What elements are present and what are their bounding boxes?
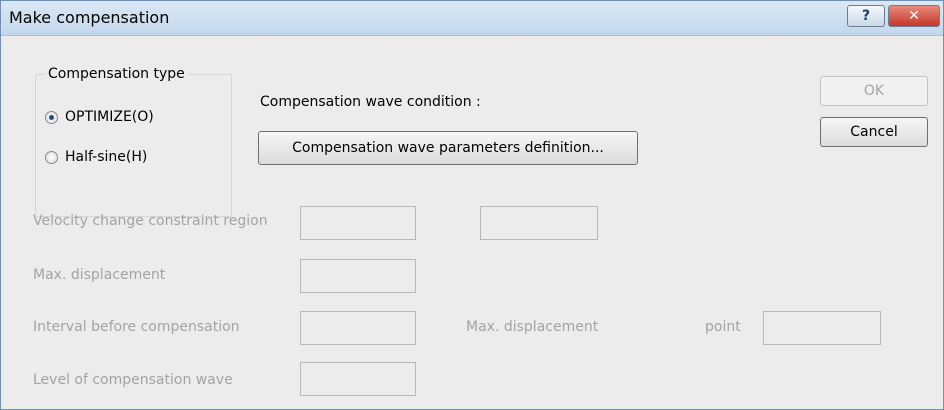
velocity-change-constraint-label: Velocity change constraint region [33, 213, 268, 229]
window-title: Make compensation [9, 8, 170, 27]
velocity-constraint-field-2[interactable] [480, 206, 598, 240]
make-compensation-dialog: Make compensation ? ✕ Compensation type … [0, 0, 944, 410]
radio-button-checked-icon[interactable] [45, 110, 58, 124]
max-displacement-field[interactable] [300, 259, 416, 293]
wave-condition-label: Compensation wave condition : [260, 94, 481, 110]
radio-button-unchecked-icon[interactable] [45, 150, 58, 164]
velocity-constraint-field-1[interactable] [300, 206, 416, 240]
radio-optimize[interactable]: OPTIMIZE(O) [45, 109, 154, 125]
point-field[interactable] [763, 311, 881, 345]
radio-half-sine-label: Half-sine(H) [65, 149, 148, 165]
level-of-compensation-wave-field[interactable] [300, 362, 416, 396]
wave-parameters-definition-button[interactable]: Compensation wave parameters definition.… [258, 131, 638, 165]
compensation-type-group [35, 74, 232, 217]
max-displacement-2-label: Max. displacement [466, 319, 599, 335]
radio-half-sine[interactable]: Half-sine(H) [45, 149, 147, 165]
compensation-type-label: Compensation type [45, 66, 188, 82]
help-button[interactable]: ? [847, 5, 885, 27]
point-label: point [705, 319, 741, 335]
cancel-button[interactable]: Cancel [820, 117, 928, 147]
title-bar: Make compensation ? ✕ [1, 1, 943, 36]
close-button[interactable]: ✕ [888, 5, 940, 27]
interval-before-compensation-label: Interval before compensation [33, 319, 240, 335]
radio-optimize-label: OPTIMIZE(O) [65, 109, 154, 125]
help-icon: ? [861, 8, 871, 24]
dialog-body: Compensation type OPTIMIZE(O) Half-sine(… [1, 36, 943, 409]
max-displacement-label: Max. displacement [33, 267, 166, 283]
level-of-compensation-wave-label: Level of compensation wave [33, 372, 233, 388]
interval-before-compensation-field[interactable] [300, 311, 416, 345]
close-icon: ✕ [908, 8, 920, 24]
ok-button[interactable]: OK [820, 76, 928, 106]
